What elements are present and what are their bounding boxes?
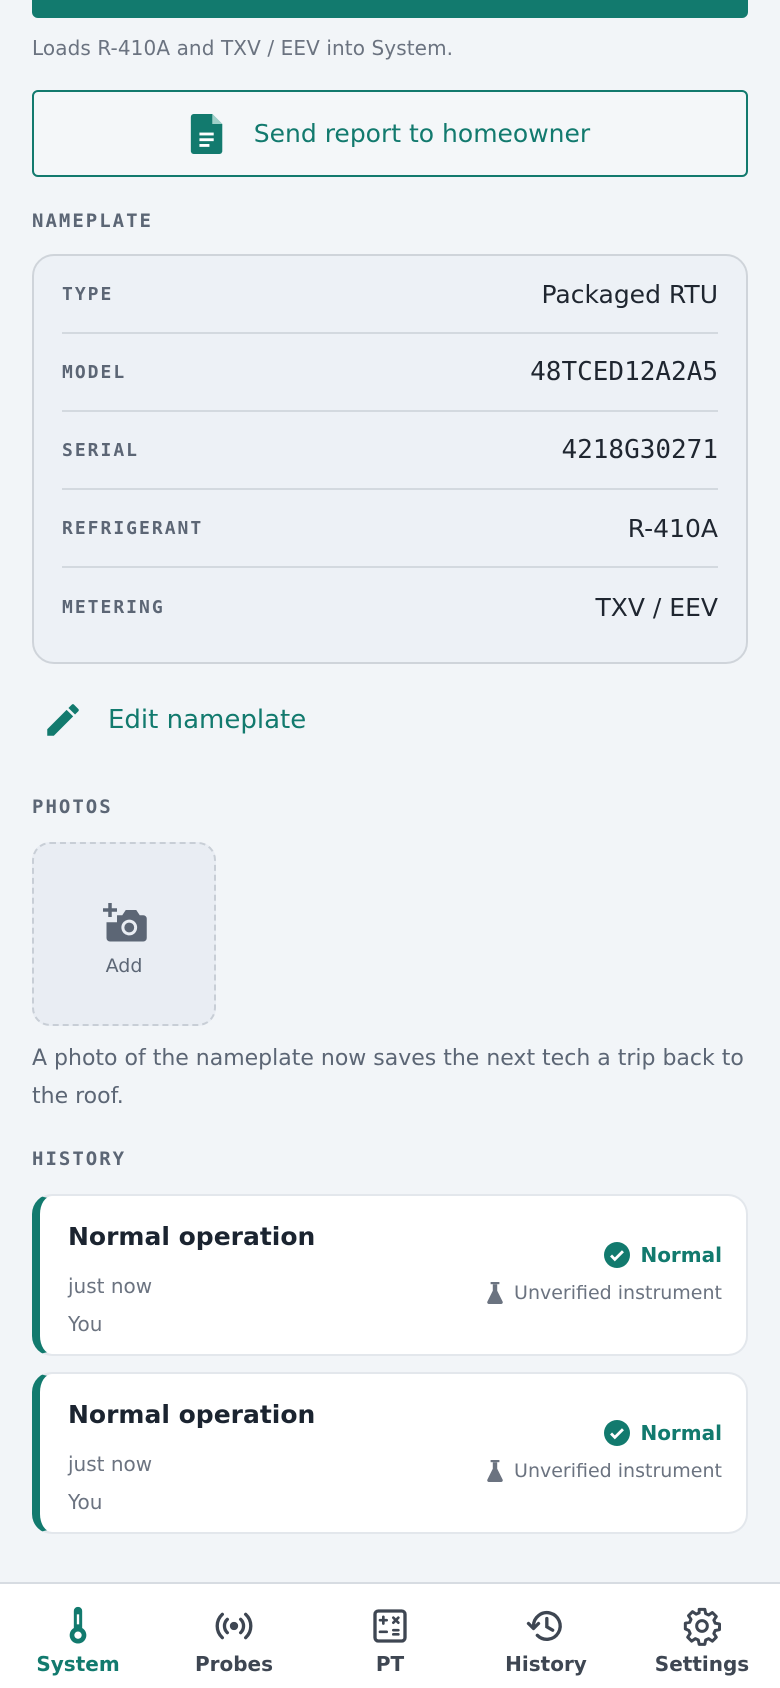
- status-label: Normal: [640, 1243, 722, 1267]
- nameplate-key: TYPE: [62, 283, 114, 305]
- nav-label: PT: [375, 1652, 405, 1676]
- history-entry-author: You: [68, 1490, 103, 1514]
- add-photo-label: Add: [105, 955, 143, 977]
- nav-item-system[interactable]: System: [0, 1584, 156, 1688]
- nav-item-probes[interactable]: Probes: [156, 1584, 312, 1688]
- flask-icon: [487, 1460, 503, 1482]
- history-entry-title: Normal operation: [68, 1400, 316, 1429]
- history-entry-title: Normal operation: [68, 1222, 316, 1251]
- history-icon: [526, 1610, 562, 1641]
- primary-action-bar[interactable]: [32, 0, 748, 18]
- nameplate-value: R-410A: [627, 513, 718, 543]
- check-circle-icon: [604, 1420, 631, 1446]
- photo-hint-text: A photo of the nameplate now saves the n…: [32, 1046, 744, 1109]
- photos-section-label: PHOTOS: [32, 796, 113, 818]
- edit-nameplate-button[interactable]: Edit nameplate: [42, 696, 306, 744]
- nameplate-key: METERING: [62, 596, 165, 618]
- loads-info-text: Loads R-410A and TXV / EEV into System.: [32, 36, 454, 60]
- nameplate-value: Packaged RTU: [541, 279, 718, 309]
- nameplate-section-label: NAMEPLATE: [32, 210, 153, 232]
- send-report-button[interactable]: Send report to homeowner: [32, 90, 748, 177]
- bottom-navigation: System Probes PT History Settings: [0, 1582, 780, 1688]
- history-entry-author: You: [68, 1312, 103, 1336]
- status-badge: Normal: [604, 1420, 722, 1446]
- add-camera-icon: [103, 903, 147, 942]
- nameplate-row-refrigerant: REFRIGERANT R-410A: [62, 490, 718, 568]
- probe-signal-icon: [215, 1612, 253, 1640]
- add-photo-button[interactable]: Add: [32, 842, 216, 1026]
- history-section-label: HISTORY: [32, 1148, 127, 1170]
- instrument-label: Unverified instrument: [514, 1460, 722, 1482]
- nav-label: History: [505, 1652, 587, 1676]
- nameplate-value: TXV / EEV: [595, 592, 718, 622]
- instrument-label: Unverified instrument: [514, 1282, 722, 1304]
- nameplate-value: 4218G30271: [561, 435, 718, 465]
- nameplate-row-model: MODEL 48TCED12A2A5: [62, 334, 718, 412]
- nameplate-row-type: TYPE Packaged RTU: [62, 256, 718, 334]
- thermometer-icon: [69, 1606, 87, 1644]
- gear-icon: [683, 1607, 721, 1646]
- instrument-note: Unverified instrument: [486, 1460, 722, 1482]
- document-icon: [190, 113, 223, 154]
- history-entry-time: just now: [68, 1452, 153, 1476]
- nav-label: Probes: [194, 1652, 274, 1676]
- nameplate-card: TYPE Packaged RTU MODEL 48TCED12A2A5 SER…: [32, 254, 748, 664]
- pencil-icon: [47, 704, 79, 736]
- check-circle-icon: [604, 1242, 631, 1268]
- calculator-icon: [373, 1609, 407, 1643]
- nav-item-settings[interactable]: Settings: [624, 1584, 780, 1688]
- status-label: Normal: [640, 1421, 722, 1445]
- send-report-label: Send report to homeowner: [253, 119, 591, 148]
- nav-label: System: [36, 1652, 120, 1676]
- nameplate-key: SERIAL: [62, 439, 140, 461]
- nameplate-value: 48TCED12A2A5: [530, 357, 718, 387]
- history-entry-card[interactable]: Normal operation just now You Normal Unv…: [32, 1194, 748, 1356]
- history-entry-card[interactable]: Normal operation just now You Normal Unv…: [32, 1372, 748, 1534]
- nav-item-history[interactable]: History: [468, 1584, 624, 1688]
- nav-label: Settings: [654, 1652, 750, 1676]
- instrument-note: Unverified instrument: [486, 1282, 722, 1304]
- nameplate-key: MODEL: [62, 361, 127, 383]
- nameplate-key: REFRIGERANT: [62, 517, 204, 539]
- nameplate-row-serial: SERIAL 4218G30271: [62, 412, 718, 490]
- nameplate-row-metering: METERING TXV / EEV: [62, 568, 718, 646]
- edit-nameplate-label: Edit nameplate: [108, 705, 307, 735]
- nav-item-pt[interactable]: PT: [312, 1584, 468, 1688]
- history-entry-time: just now: [68, 1274, 153, 1298]
- flask-icon: [487, 1282, 503, 1304]
- status-badge: Normal: [604, 1242, 722, 1268]
